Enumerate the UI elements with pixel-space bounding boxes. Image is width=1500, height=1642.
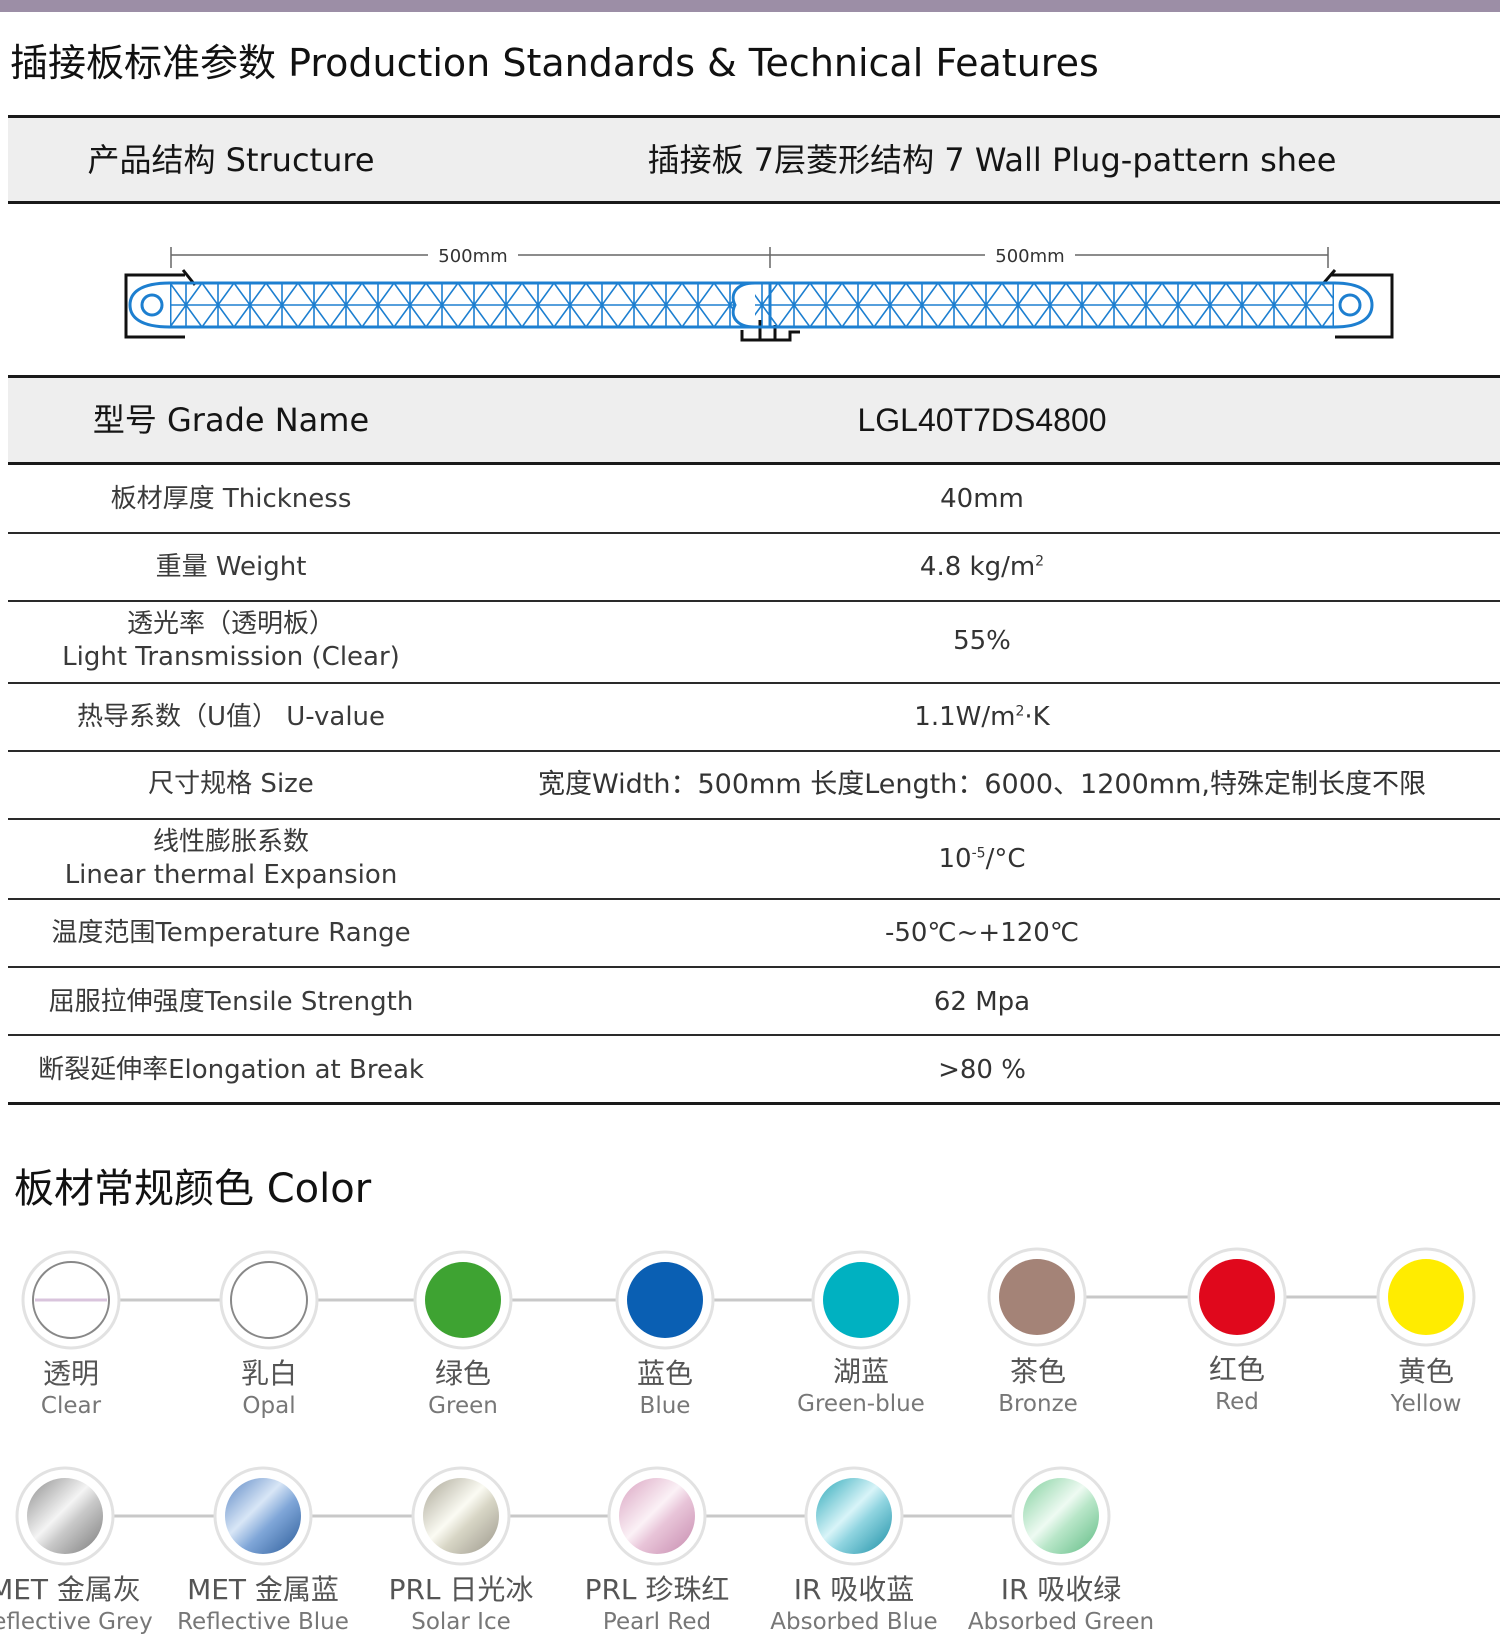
light-transmission-value: 55% (953, 626, 1011, 656)
divider (8, 1102, 1500, 1105)
expansion-label-cn: 线性膨胀系数 (152, 827, 309, 857)
thickness-value: 40mm (940, 484, 1024, 514)
tensile-label: 屈服拉伸强度Tensile Strength (48, 987, 414, 1017)
structure-label: 产品结构 Structure (87, 141, 375, 179)
divider (8, 532, 1500, 534)
grade-value: LGL40T7DS4800 (857, 402, 1107, 438)
divider (8, 201, 1500, 204)
light-transmission-label-en: Light Transmission (Clear) (62, 641, 400, 672)
swatch-pearl-red (607, 1466, 707, 1566)
color-label-red: 红色 Red (1208, 1353, 1265, 1416)
structure-value: 插接板 7层菱形结构 7 Wall Plug-pattern shee (647, 141, 1337, 179)
u-value-label: 热导系数（U值） U-value (76, 702, 386, 732)
color-label-reflective-grey: MET 金属灰Reflective Grey (0, 1573, 153, 1636)
page-title: 插接板标准参数 Production Standards & Technical… (10, 41, 1099, 85)
swatch-blue (615, 1250, 715, 1350)
color-swatches (15, 1247, 1476, 1566)
swatch-solar-ice (411, 1466, 511, 1566)
color-label-green-blue: 湖蓝 Green-blue (797, 1355, 925, 1418)
divider (8, 682, 1500, 684)
temperature-label: 温度范围Temperature Range (51, 918, 411, 948)
panel-cross-section-diagram: 500mm 500mm (124, 246, 1394, 342)
size-label: 尺寸规格 Size (148, 769, 314, 799)
divider (8, 1034, 1500, 1036)
swatch-yellow (1376, 1247, 1476, 1347)
dimension-label-right: 500mm (995, 246, 1064, 267)
size-value: 宽度Width：500mm 长度Length：6000、1200mm,特殊定制长… (538, 769, 1426, 800)
expansion-label-en: Linear thermal Expansion (64, 859, 398, 890)
color-label-pearl-red: PRL 珍珠红 Pearl Red (584, 1573, 730, 1636)
expansion-label: 线性膨胀系数 Linear thermal Expansion (8, 826, 454, 892)
color-label-yellow: 黄色 Yellow (1390, 1355, 1462, 1418)
thickness-label: 板材厚度 Thickness (110, 484, 352, 514)
elongation-value: >80 % (938, 1055, 1026, 1085)
color-label-bronze: 茶色 Bronze (998, 1355, 1078, 1418)
color-label-opal: 乳白 Opal (240, 1357, 297, 1420)
color-label-reflective-blue: MET 金属蓝 Reflective Blue (177, 1573, 349, 1636)
dimension-lines (170, 247, 1329, 268)
color-label-absorbed-blue: IR 吸收蓝 Absorbed Blue (770, 1573, 938, 1636)
tensile-value: 62 Mpa (933, 987, 1031, 1017)
swatch-absorbed-green (1011, 1466, 1111, 1566)
divider (8, 600, 1500, 602)
weight-label: 重量 Weight (155, 552, 307, 582)
color-label-blue: 蓝色 Blue (636, 1357, 693, 1420)
color-label-clear: 透明 Clear (40, 1357, 102, 1420)
dimension-label-left: 500mm (438, 246, 507, 267)
swatch-green (413, 1250, 513, 1350)
u-value-value: 1.1W/m2·K (914, 702, 1050, 732)
light-transmission-label: 透光率（透明板） Light Transmission (Clear) (8, 608, 454, 674)
divider (8, 750, 1500, 752)
swatch-bronze (987, 1247, 1087, 1347)
swatch-red (1187, 1247, 1287, 1347)
temperature-value: -50℃~+120℃ (884, 918, 1080, 948)
divider (8, 818, 1500, 820)
expansion-value: 10-5/°C (938, 844, 1026, 874)
divider (8, 462, 1500, 465)
swatch-absorbed-blue (804, 1466, 904, 1566)
grade-label: 型号 Grade Name (92, 401, 370, 439)
swatch-green-blue (811, 1250, 911, 1350)
color-label-absorbed-green: IR 吸收绿 Absorbed Green (967, 1573, 1155, 1636)
swatch-clear (21, 1250, 121, 1350)
divider (8, 898, 1500, 900)
swatch-reflective-grey (15, 1466, 115, 1566)
light-transmission-label-cn: 透光率（透明板） (126, 609, 335, 639)
swatch-reflective-blue (213, 1466, 313, 1566)
color-label-green: 绿色 Green (428, 1357, 498, 1420)
divider (8, 966, 1500, 968)
color-section-title: 板材常规颜色 Color (14, 1166, 372, 1212)
elongation-label: 断裂延伸率Elongation at Break (38, 1055, 424, 1085)
weight-value: 4.8 kg/m2 (919, 552, 1045, 582)
color-label-solar-ice: PRL 日光冰 Solar Ice (388, 1573, 534, 1636)
swatch-opal (219, 1250, 319, 1350)
top-accent-bar (0, 0, 1500, 12)
